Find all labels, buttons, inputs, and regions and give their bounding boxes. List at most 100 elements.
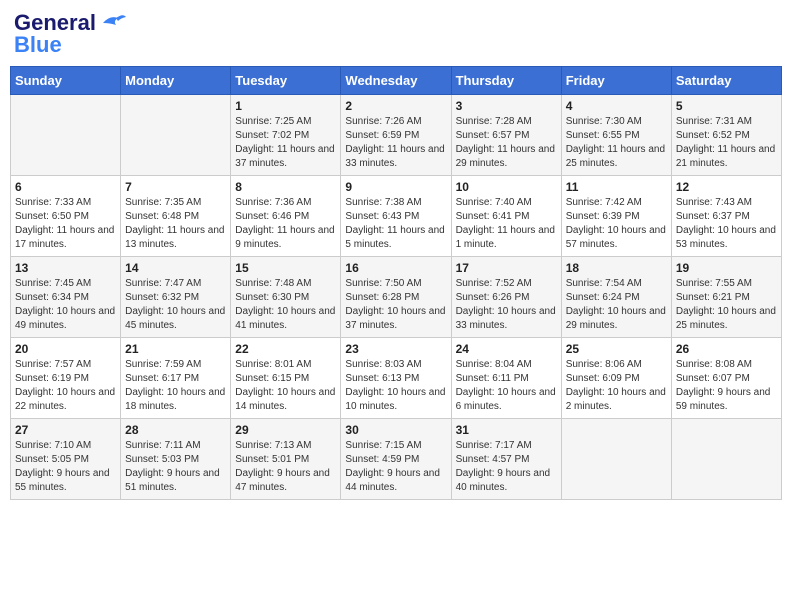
calendar-week-row: 27 Sunrise: 7:10 AMSunset: 5:05 PMDaylig… (11, 419, 782, 500)
logo-bird-icon (98, 13, 128, 33)
calendar-cell: 13 Sunrise: 7:45 AMSunset: 6:34 PMDaylig… (11, 257, 121, 338)
day-info: Sunrise: 7:57 AMSunset: 6:19 PMDaylight:… (15, 358, 116, 414)
calendar-cell: 24 Sunrise: 8:04 AMSunset: 6:11 PMDaylig… (451, 338, 561, 419)
weekday-header: Thursday (451, 67, 561, 95)
day-number: 6 (15, 180, 116, 194)
calendar-cell: 3 Sunrise: 7:28 AMSunset: 6:57 PMDayligh… (451, 95, 561, 176)
day-info: Sunrise: 7:48 AMSunset: 6:30 PMDaylight:… (235, 277, 336, 333)
day-info: Sunrise: 7:31 AMSunset: 6:52 PMDaylight:… (676, 115, 777, 171)
day-number: 17 (456, 261, 557, 275)
weekday-header: Wednesday (341, 67, 451, 95)
day-info: Sunrise: 8:06 AMSunset: 6:09 PMDaylight:… (566, 358, 667, 414)
logo: General Blue (14, 10, 128, 58)
weekday-header: Saturday (671, 67, 781, 95)
calendar-cell (671, 419, 781, 500)
calendar-cell: 8 Sunrise: 7:36 AMSunset: 6:46 PMDayligh… (231, 176, 341, 257)
day-number: 29 (235, 423, 336, 437)
calendar-cell: 7 Sunrise: 7:35 AMSunset: 6:48 PMDayligh… (121, 176, 231, 257)
day-number: 3 (456, 99, 557, 113)
calendar-cell: 12 Sunrise: 7:43 AMSunset: 6:37 PMDaylig… (671, 176, 781, 257)
day-number: 12 (676, 180, 777, 194)
day-info: Sunrise: 7:35 AMSunset: 6:48 PMDaylight:… (125, 196, 226, 252)
day-info: Sunrise: 7:52 AMSunset: 6:26 PMDaylight:… (456, 277, 557, 333)
weekday-header: Sunday (11, 67, 121, 95)
day-number: 5 (676, 99, 777, 113)
calendar-week-row: 13 Sunrise: 7:45 AMSunset: 6:34 PMDaylig… (11, 257, 782, 338)
calendar-cell: 27 Sunrise: 7:10 AMSunset: 5:05 PMDaylig… (11, 419, 121, 500)
calendar-cell (561, 419, 671, 500)
calendar-cell: 4 Sunrise: 7:30 AMSunset: 6:55 PMDayligh… (561, 95, 671, 176)
day-info: Sunrise: 7:33 AMSunset: 6:50 PMDaylight:… (15, 196, 116, 252)
calendar-cell: 6 Sunrise: 7:33 AMSunset: 6:50 PMDayligh… (11, 176, 121, 257)
calendar-cell: 10 Sunrise: 7:40 AMSunset: 6:41 PMDaylig… (451, 176, 561, 257)
calendar-cell: 14 Sunrise: 7:47 AMSunset: 6:32 PMDaylig… (121, 257, 231, 338)
day-number: 15 (235, 261, 336, 275)
day-info: Sunrise: 7:28 AMSunset: 6:57 PMDaylight:… (456, 115, 557, 171)
day-info: Sunrise: 7:47 AMSunset: 6:32 PMDaylight:… (125, 277, 226, 333)
weekday-header: Monday (121, 67, 231, 95)
day-number: 30 (345, 423, 446, 437)
calendar-cell: 2 Sunrise: 7:26 AMSunset: 6:59 PMDayligh… (341, 95, 451, 176)
day-number: 13 (15, 261, 116, 275)
calendar-week-row: 1 Sunrise: 7:25 AMSunset: 7:02 PMDayligh… (11, 95, 782, 176)
day-info: Sunrise: 7:25 AMSunset: 7:02 PMDaylight:… (235, 115, 336, 171)
day-info: Sunrise: 7:45 AMSunset: 6:34 PMDaylight:… (15, 277, 116, 333)
day-number: 2 (345, 99, 446, 113)
day-number: 24 (456, 342, 557, 356)
calendar-cell: 20 Sunrise: 7:57 AMSunset: 6:19 PMDaylig… (11, 338, 121, 419)
day-number: 1 (235, 99, 336, 113)
day-number: 16 (345, 261, 446, 275)
calendar-cell: 31 Sunrise: 7:17 AMSunset: 4:57 PMDaylig… (451, 419, 561, 500)
day-info: Sunrise: 8:08 AMSunset: 6:07 PMDaylight:… (676, 358, 777, 414)
day-info: Sunrise: 7:43 AMSunset: 6:37 PMDaylight:… (676, 196, 777, 252)
page-header: General Blue (10, 10, 782, 58)
day-info: Sunrise: 7:30 AMSunset: 6:55 PMDaylight:… (566, 115, 667, 171)
calendar-cell: 29 Sunrise: 7:13 AMSunset: 5:01 PMDaylig… (231, 419, 341, 500)
day-info: Sunrise: 8:01 AMSunset: 6:15 PMDaylight:… (235, 358, 336, 414)
day-number: 21 (125, 342, 226, 356)
day-number: 4 (566, 99, 667, 113)
calendar-cell: 21 Sunrise: 7:59 AMSunset: 6:17 PMDaylig… (121, 338, 231, 419)
weekday-header: Tuesday (231, 67, 341, 95)
day-number: 19 (676, 261, 777, 275)
day-info: Sunrise: 7:38 AMSunset: 6:43 PMDaylight:… (345, 196, 446, 252)
day-info: Sunrise: 7:36 AMSunset: 6:46 PMDaylight:… (235, 196, 336, 252)
day-number: 20 (15, 342, 116, 356)
calendar-cell: 17 Sunrise: 7:52 AMSunset: 6:26 PMDaylig… (451, 257, 561, 338)
day-info: Sunrise: 7:26 AMSunset: 6:59 PMDaylight:… (345, 115, 446, 171)
calendar-cell: 23 Sunrise: 8:03 AMSunset: 6:13 PMDaylig… (341, 338, 451, 419)
calendar-week-row: 6 Sunrise: 7:33 AMSunset: 6:50 PMDayligh… (11, 176, 782, 257)
day-number: 14 (125, 261, 226, 275)
day-info: Sunrise: 7:17 AMSunset: 4:57 PMDaylight:… (456, 439, 557, 495)
calendar-cell: 15 Sunrise: 7:48 AMSunset: 6:30 PMDaylig… (231, 257, 341, 338)
calendar-cell: 22 Sunrise: 8:01 AMSunset: 6:15 PMDaylig… (231, 338, 341, 419)
day-number: 28 (125, 423, 226, 437)
day-number: 7 (125, 180, 226, 194)
day-info: Sunrise: 7:15 AMSunset: 4:59 PMDaylight:… (345, 439, 446, 495)
logo-text-blue: Blue (14, 32, 62, 58)
day-info: Sunrise: 7:13 AMSunset: 5:01 PMDaylight:… (235, 439, 336, 495)
calendar-cell: 28 Sunrise: 7:11 AMSunset: 5:03 PMDaylig… (121, 419, 231, 500)
day-info: Sunrise: 7:59 AMSunset: 6:17 PMDaylight:… (125, 358, 226, 414)
calendar-cell: 30 Sunrise: 7:15 AMSunset: 4:59 PMDaylig… (341, 419, 451, 500)
day-number: 26 (676, 342, 777, 356)
calendar-table: SundayMondayTuesdayWednesdayThursdayFrid… (10, 66, 782, 500)
calendar-cell (11, 95, 121, 176)
calendar-cell: 11 Sunrise: 7:42 AMSunset: 6:39 PMDaylig… (561, 176, 671, 257)
day-info: Sunrise: 7:54 AMSunset: 6:24 PMDaylight:… (566, 277, 667, 333)
day-number: 11 (566, 180, 667, 194)
calendar-cell: 18 Sunrise: 7:54 AMSunset: 6:24 PMDaylig… (561, 257, 671, 338)
day-number: 27 (15, 423, 116, 437)
day-info: Sunrise: 7:10 AMSunset: 5:05 PMDaylight:… (15, 439, 116, 495)
calendar-cell: 5 Sunrise: 7:31 AMSunset: 6:52 PMDayligh… (671, 95, 781, 176)
calendar-cell: 16 Sunrise: 7:50 AMSunset: 6:28 PMDaylig… (341, 257, 451, 338)
day-number: 9 (345, 180, 446, 194)
calendar-week-row: 20 Sunrise: 7:57 AMSunset: 6:19 PMDaylig… (11, 338, 782, 419)
calendar-cell: 19 Sunrise: 7:55 AMSunset: 6:21 PMDaylig… (671, 257, 781, 338)
calendar-cell: 9 Sunrise: 7:38 AMSunset: 6:43 PMDayligh… (341, 176, 451, 257)
day-number: 8 (235, 180, 336, 194)
day-info: Sunrise: 7:11 AMSunset: 5:03 PMDaylight:… (125, 439, 226, 495)
weekday-header: Friday (561, 67, 671, 95)
day-info: Sunrise: 7:42 AMSunset: 6:39 PMDaylight:… (566, 196, 667, 252)
day-number: 22 (235, 342, 336, 356)
